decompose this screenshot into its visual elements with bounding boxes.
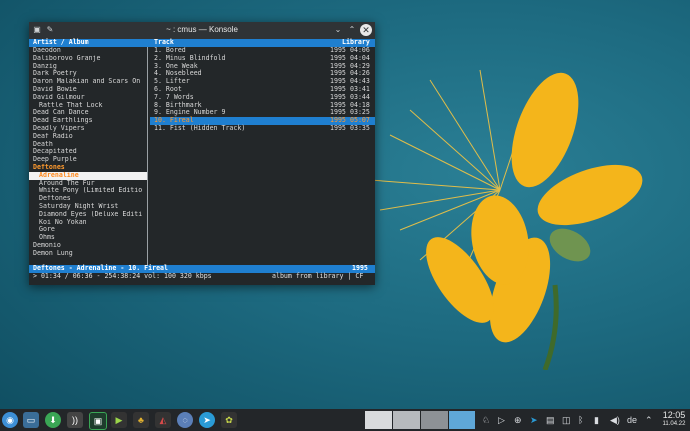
chevron-down-icon[interactable]: ⌄	[333, 25, 343, 35]
chevron-up-icon[interactable]: ⌃	[645, 413, 653, 427]
artist-item[interactable]: Dead Can Dance	[29, 109, 147, 117]
album-item[interactable]: Adrenaline	[29, 171, 147, 180]
track-row[interactable]: 11. Fist (Hidden Track) 1995 03:35	[150, 123, 375, 133]
album-item[interactable]: Rattle That Lock	[29, 102, 147, 110]
artist-item[interactable]: David Gilmour	[29, 94, 147, 102]
media-control-icon[interactable]: ▷	[498, 413, 505, 427]
telegram-tray-icon[interactable]: ➤	[530, 413, 538, 427]
desktop-3[interactable]	[421, 411, 448, 429]
artist-item[interactable]: Daliborovo Granje	[29, 55, 147, 63]
artist-item[interactable]: Dark Poetry	[29, 70, 147, 78]
store-icon: ⬇	[49, 415, 57, 425]
artist-item[interactable]: Decapitated	[29, 148, 147, 156]
status-line: > 01:34 / 06:36 - 254:38:24 vol: 100 320…	[29, 272, 375, 281]
maximize-icon[interactable]: ⌃	[347, 25, 357, 35]
file-manager-icon: ♣	[138, 415, 144, 425]
desktop-4[interactable]	[449, 411, 475, 429]
taskbar: ◉ ▭ ⬇ )) ▣ ▶ ♣ ◭ ◌ ➤ ✿ ♘ ▷ ⊕ ➤ ▤ ◫ ᛒ ▮ ◀…	[0, 409, 690, 431]
album-item[interactable]: Saturday Night Wrist	[29, 203, 147, 211]
artist-item[interactable]: Demon Lung	[29, 250, 147, 258]
desktop-icon: ▭	[26, 415, 36, 425]
app-launcher-icon: ◉	[6, 415, 14, 425]
rss-icon: ))	[72, 415, 78, 425]
screenshot-icon[interactable]: ◫	[562, 413, 571, 427]
virtual-desktop-pager[interactable]	[365, 411, 475, 429]
store-button[interactable]: ⬇	[45, 412, 61, 428]
album-item[interactable]: Koi No Yokan	[29, 219, 147, 227]
keyboard-layout[interactable]: de	[627, 413, 637, 427]
artist-album-header: Artist / Album	[33, 38, 89, 46]
cmus-terminal[interactable]: Artist / Album Track Library Daeodon Dali…	[29, 38, 375, 285]
telegram-icon: ➤	[203, 415, 211, 425]
volume-icon[interactable]: ◀)	[610, 413, 620, 427]
notifications-icon[interactable]: ♘	[482, 413, 490, 427]
desktop-button[interactable]: ▭	[23, 412, 39, 428]
konsole-window[interactable]: ▣ ✎ ~ : cmus — Konsole ⌄ ⌃ ✕ Artist / Al…	[29, 22, 375, 285]
track-name: 11. Fist (Hidden Track)	[154, 123, 246, 132]
playback-mode: album from library | CF	[272, 272, 364, 280]
track-year: 1995	[330, 123, 346, 132]
column-header: Artist / Album Track Library	[29, 38, 375, 47]
window-title: ~ : cmus — Konsole	[166, 25, 238, 34]
artist-item[interactable]: Death	[29, 141, 147, 149]
terminal-button[interactable]: ▣	[89, 412, 107, 430]
wallpaper-flower	[369, 69, 643, 370]
album-item[interactable]: Deftones	[29, 195, 147, 203]
album-item[interactable]: Ohms	[29, 234, 147, 242]
desktop-1[interactable]	[365, 411, 392, 429]
artist-item[interactable]: Dead Earthlings	[29, 117, 147, 125]
audio-editor-button[interactable]: ◭	[155, 412, 171, 428]
clock-date: 11.04.22	[662, 421, 686, 427]
browser-button[interactable]: ◌	[177, 412, 193, 428]
clock-time: 12:05	[662, 410, 686, 420]
close-icon[interactable]: ✕	[360, 24, 372, 36]
artist-item[interactable]: David Bowie	[29, 86, 147, 94]
media-player-icon: ▶	[115, 415, 123, 425]
artist-item[interactable]: Daron Malakian and Scars On	[29, 78, 147, 86]
browser-icon: ◌	[182, 415, 188, 425]
clipboard-icon[interactable]: ⊕	[514, 413, 522, 427]
track-duration: 03:35	[350, 123, 370, 132]
artist-item[interactable]: Daeodon	[29, 47, 147, 55]
audio-editor-icon: ◭	[159, 415, 167, 425]
media-player-button[interactable]: ▶	[111, 412, 127, 428]
artist-item[interactable]: Deadly Vipers	[29, 125, 147, 133]
artist-item[interactable]: Danzig	[29, 63, 147, 71]
pane-separator	[147, 47, 148, 265]
library-header: Library	[342, 38, 370, 46]
telegram-button[interactable]: ➤	[199, 412, 215, 428]
emulator-icon: ✿	[225, 415, 233, 425]
track-header: Track	[154, 38, 174, 46]
terminal-icon: ▣	[93, 416, 103, 426]
clock[interactable]: 12:05 11.04.22	[658, 411, 690, 429]
bluetooth-icon[interactable]: ᛒ	[578, 413, 583, 427]
rss-button[interactable]: ))	[67, 412, 83, 428]
artist-list[interactable]: Daeodon Daliborovo Granje Danzig Dark Poetr…	[29, 47, 147, 265]
file-manager-button[interactable]: ♣	[133, 412, 149, 428]
app-launcher-button[interactable]: ◉	[2, 412, 18, 428]
artist-item[interactable]: Demonio	[29, 242, 147, 250]
artist-item[interactable]: Deftones	[29, 164, 147, 172]
desktop-2[interactable]	[393, 411, 420, 429]
artist-item[interactable]: Deaf Radio	[29, 133, 147, 141]
battery-icon[interactable]: ▮	[594, 413, 599, 427]
display-icon[interactable]: ▤	[546, 413, 555, 427]
album-item[interactable]: Diamond Eyes (Deluxe Editi	[29, 211, 147, 219]
album-item[interactable]: Gore	[29, 226, 147, 234]
album-item[interactable]: Around The Fur	[29, 180, 147, 188]
playback-status: > 01:34 / 06:36 - 254:38:24 vol: 100 320…	[33, 272, 212, 280]
window-titlebar[interactable]: ▣ ✎ ~ : cmus — Konsole ⌄ ⌃ ✕	[29, 22, 375, 39]
artist-item[interactable]: Deep Purple	[29, 156, 147, 164]
album-item[interactable]: White Pony (Limited Editio	[29, 187, 147, 195]
track-list[interactable]: 1. Bored 1995 04:06 2. Minus Blindfold 1995 0…	[150, 47, 375, 265]
emulator-button[interactable]: ✿	[221, 412, 237, 428]
